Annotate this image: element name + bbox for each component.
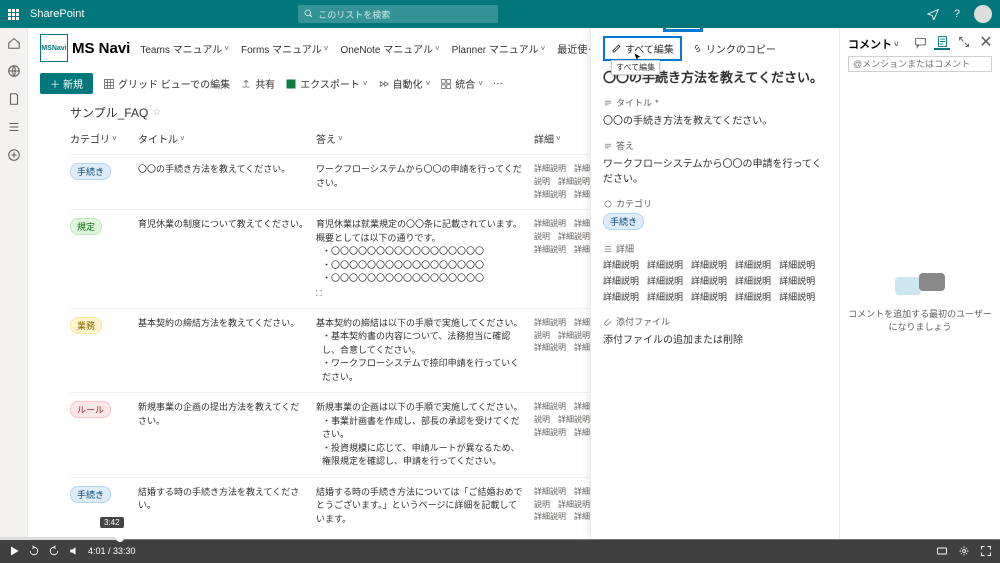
hover-time: 3:42	[100, 517, 124, 528]
category-pill: 業務	[70, 317, 102, 334]
search-placeholder: このリストを検索	[318, 8, 390, 21]
category-pill: ルール	[70, 401, 111, 418]
user-avatar[interactable]	[974, 5, 992, 23]
nav-onenote[interactable]: OneNote マニュアル˅	[340, 41, 439, 56]
suite-bar: SharePoint このリストを検索 ?	[0, 0, 1000, 28]
category-pill: 手続き	[70, 163, 111, 180]
search-icon	[304, 9, 314, 19]
cmd-automate[interactable]: 自動化˅	[378, 76, 431, 91]
field-attachment-value[interactable]: 添付ファイルの追加または削除	[603, 331, 827, 346]
cmd-export[interactable]: エクスポート˅	[285, 76, 367, 91]
help-icon[interactable]: ?	[950, 7, 964, 21]
panel-close-icon[interactable]: ✕	[978, 34, 994, 50]
field-detail-tags: 詳細説明詳細説明詳細説明詳細説明詳細説明詳細説明詳細説明詳細説明詳細説明詳細説明…	[603, 258, 827, 303]
details-panel: ③ すべて編集 すべて編集 リンクのコピー 〇〇の手続き方法を教えてください。 …	[590, 28, 1000, 539]
comment-input[interactable]	[848, 56, 992, 72]
suite-brand[interactable]: SharePoint	[30, 8, 84, 20]
row-title: 育児休業の制度について教えてください。	[138, 218, 308, 232]
copy-link-button[interactable]: リンクのコピー	[686, 38, 782, 59]
category-pill: 手続き	[70, 486, 111, 503]
new-button[interactable]: ＋新規	[40, 73, 93, 94]
comments-header: コメント	[848, 36, 892, 52]
row-title: 新規事業の企画の提出方法を教えてください。	[138, 401, 308, 428]
nav-forms[interactable]: Forms マニュアル˅	[241, 41, 328, 56]
cmd-grid-view[interactable]: グリッド ビューでの編集	[103, 76, 230, 91]
panel-tab-comment-icon[interactable]	[912, 34, 928, 50]
rail-file-icon[interactable]	[7, 92, 21, 106]
cmd-integrate[interactable]: 統合˅	[440, 76, 483, 91]
row-answer: 育児休業は就業規定の〇〇条に記載されています。概要としては以下の通りです。〇〇〇…	[316, 218, 526, 300]
app-launcher-icon[interactable]	[8, 9, 22, 20]
panel-expand-icon[interactable]	[956, 34, 972, 50]
expand-icon[interactable]: ⛶	[316, 288, 526, 300]
col-category[interactable]: カテゴリ˅	[70, 131, 130, 146]
edit-tooltip: すべて編集	[611, 60, 660, 75]
star-icon[interactable]: ☆	[152, 107, 161, 118]
panel-tab-detail-icon[interactable]	[934, 34, 950, 50]
settings-icon[interactable]	[958, 545, 970, 557]
col-answer[interactable]: 答え˅	[316, 131, 526, 146]
row-title: 基本契約の締結方法を教えてください。	[138, 317, 308, 331]
time-display: 4:01 / 33:30	[88, 546, 136, 556]
top-nav: Teams マニュアル˅ Forms マニュアル˅ OneNote マニュアル˅…	[140, 41, 617, 56]
annotation-callout: ③	[663, 28, 703, 32]
row-title: 〇〇の手続き方法を教えてください。	[138, 163, 308, 177]
row-title: 結婚する時の手続き方法を教えてください。	[138, 486, 308, 513]
fullscreen-icon[interactable]	[980, 545, 992, 557]
site-name: MS Navi	[72, 40, 130, 57]
rail-list-icon[interactable]	[7, 120, 21, 134]
comments-empty-icon	[895, 271, 945, 301]
edit-all-button[interactable]: すべて編集 すべて編集	[603, 36, 682, 61]
search-box[interactable]: このリストを検索	[298, 5, 498, 23]
cmd-more[interactable]: ···	[493, 78, 503, 89]
nav-planner[interactable]: Planner マニュアル˅	[452, 41, 546, 56]
forward-icon[interactable]	[48, 545, 60, 557]
send-icon[interactable]	[926, 7, 940, 21]
progress-bar[interactable]	[0, 537, 1000, 540]
field-title-value: 〇〇の手続き方法を教えてください。	[603, 112, 827, 127]
category-pill: 規定	[70, 218, 102, 235]
play-icon[interactable]	[8, 545, 20, 557]
nav-teams[interactable]: Teams マニュアル˅	[140, 41, 229, 56]
row-answer: 結婚する時の手続き方法については「ご結婚おめでとうございます。」というページに詳…	[316, 486, 526, 527]
row-answer: ワークフローシステムから〇〇の申請を行ってください。	[316, 163, 526, 190]
field-answer-value: ワークフローシステムから〇〇の申請を行ってください。	[603, 155, 827, 185]
row-answer: 基本契約の締結は以下の手順で実施してください。基本契約書の内容について、法務担当…	[316, 317, 526, 385]
left-rail	[0, 28, 28, 539]
rail-home-icon[interactable]	[7, 36, 21, 50]
volume-icon[interactable]	[68, 545, 80, 557]
row-answer: 新規事業の企画は以下の手順で実施してください。事業計画書を作成し、部長の承認を受…	[316, 401, 526, 469]
col-title[interactable]: タイトル˅	[138, 131, 308, 146]
field-category-value: 手続き	[603, 213, 644, 230]
site-logo[interactable]: MSNavi MS Navi	[40, 34, 130, 62]
cmd-share[interactable]: 共有	[240, 76, 275, 91]
site-logo-box: MSNavi	[40, 34, 68, 62]
comments-pane: コメント˅ コメントを追加する最初のユーザーになりましょう	[840, 28, 1000, 539]
rewind-icon[interactable]	[28, 545, 40, 557]
rail-add-icon[interactable]	[7, 148, 21, 162]
comments-empty-text: コメントを追加する最初のユーザーになりましょう	[848, 307, 992, 333]
cc-icon[interactable]	[936, 545, 948, 557]
video-player-bar: 3:42 4:01 / 33:30	[0, 539, 1000, 563]
rail-globe-icon[interactable]	[7, 64, 21, 78]
